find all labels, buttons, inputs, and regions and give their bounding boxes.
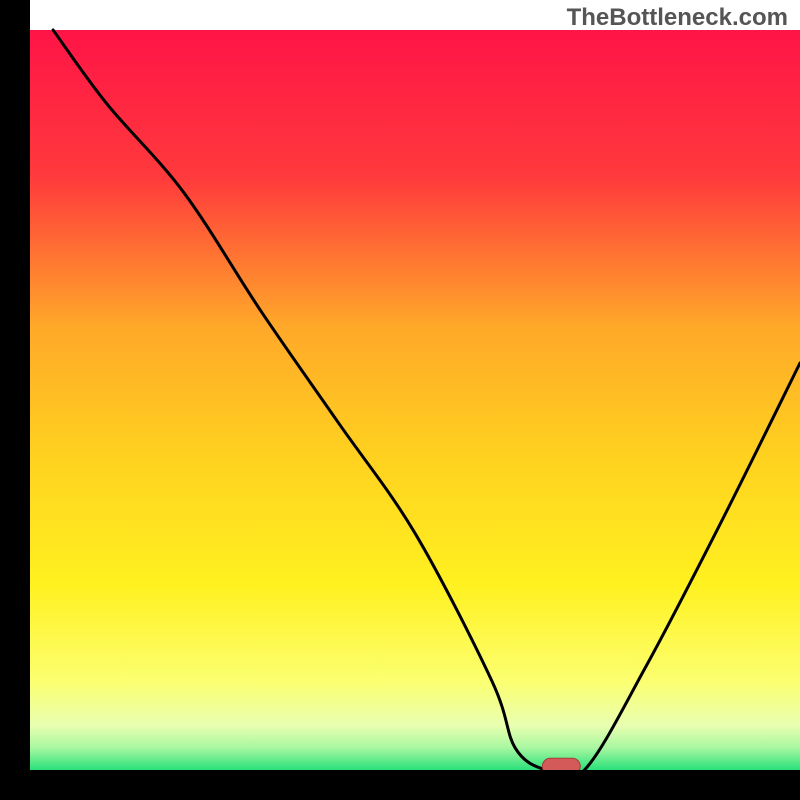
top-margin: [0, 0, 800, 30]
chart-canvas: [0, 0, 800, 800]
axis-bottom: [0, 770, 800, 800]
gradient-background: [30, 30, 800, 770]
bottleneck-chart: [0, 0, 800, 800]
axis-left: [0, 0, 30, 800]
